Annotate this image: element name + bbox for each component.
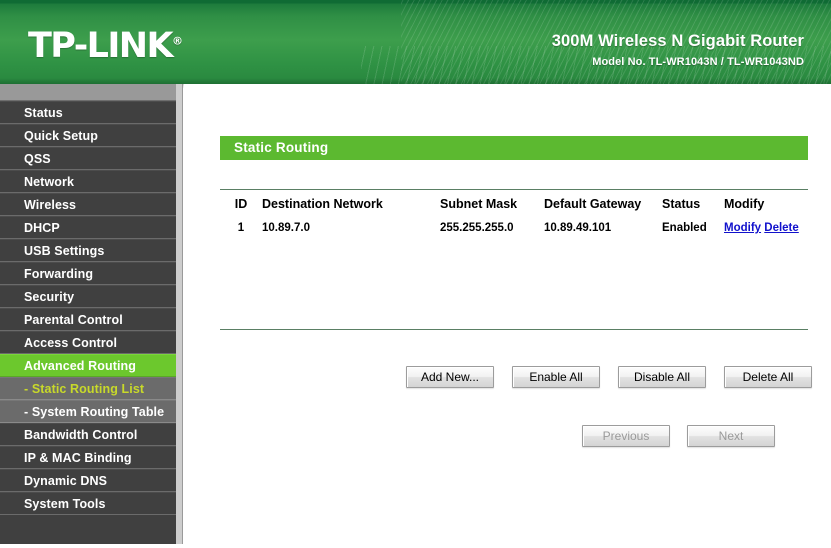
- sidebar-item-dynamic-dns[interactable]: Dynamic DNS: [0, 469, 176, 492]
- cell-default-gateway: 10.89.49.101: [544, 222, 612, 234]
- sidebar-item-security[interactable]: Security: [0, 285, 176, 308]
- cell-id: 1: [237, 222, 245, 234]
- sidebar-item-ip-and-mac-binding[interactable]: IP & MAC Binding: [0, 446, 176, 469]
- sidebar-right-edge: [176, 84, 183, 544]
- sidebar-item-system-routing-table[interactable]: - System Routing Table: [0, 400, 176, 423]
- cell-status: Enabled: [662, 222, 707, 234]
- column-header-id: ID: [234, 197, 248, 211]
- sidebar-item-advanced-routing[interactable]: Advanced Routing: [0, 354, 176, 377]
- sidebar-item-system-tools[interactable]: System Tools: [0, 492, 176, 515]
- sidebar-menu-list: Status Quick Setup QSS Network Wireless DHCP U…: [0, 101, 176, 515]
- next-button: Next: [687, 425, 775, 447]
- sidebar-item-network[interactable]: Network: [0, 170, 176, 193]
- page-header: TP-LINK® 300M Wireless N Gigabit Router …: [0, 0, 831, 84]
- cell-modify-actions: Modify Delete: [724, 222, 808, 234]
- static-routing-table: ID Destination Network Subnet Mask Defau…: [220, 197, 808, 234]
- disable-all-button[interactable]: Disable All: [618, 366, 706, 388]
- sidebar-item-dhcp[interactable]: DHCP: [0, 216, 176, 239]
- delete-all-button[interactable]: Delete All: [724, 366, 812, 388]
- column-header-modify: Modify: [724, 197, 765, 211]
- column-header-destination-network: Destination Network: [262, 197, 383, 211]
- sidebar-item-wireless[interactable]: Wireless: [0, 193, 176, 216]
- column-header-default-gateway: Default Gateway: [544, 197, 642, 211]
- tplink-logo: TP-LINK®: [28, 29, 183, 64]
- previous-button: Previous: [582, 425, 670, 447]
- page-body: Status Quick Setup QSS Network Wireless DHCP U…: [0, 84, 831, 544]
- page-title: Static Routing: [220, 136, 808, 160]
- sidebar-item-access-control[interactable]: Access Control: [0, 331, 176, 354]
- column-header-status: Status: [662, 197, 701, 211]
- sidebar-item-parental-control[interactable]: Parental Control: [0, 308, 176, 331]
- main-content: Static Routing ID Destination Network Su…: [184, 84, 831, 544]
- modify-link[interactable]: Modify: [724, 222, 761, 234]
- sidebar-item-bandwidth-control[interactable]: Bandwidth Control: [0, 423, 176, 446]
- table-body: 1 10.89.7.0 255.255.255.0 10.89.49.101 Enabl…: [220, 222, 808, 234]
- sidebar-top-spacer: [0, 84, 176, 101]
- product-title: 300M Wireless N Gigabit Router: [551, 32, 804, 50]
- add-new-button[interactable]: Add New...: [406, 366, 494, 388]
- tplink-logo-text: TP-LINK: [28, 26, 174, 66]
- sidebar-nav: Status Quick Setup QSS Network Wireless DHCP U…: [0, 84, 183, 544]
- sidebar-item-status[interactable]: Status: [0, 101, 176, 124]
- product-info: 300M Wireless N Gigabit Router Model No.…: [552, 31, 804, 68]
- delete-link[interactable]: Delete: [764, 222, 799, 234]
- sidebar-item-usb-settings[interactable]: USB Settings: [0, 239, 176, 262]
- sidebar-item-qss[interactable]: QSS: [0, 147, 176, 170]
- registered-trademark-icon: ®: [171, 34, 183, 48]
- divider-bottom: [220, 329, 808, 330]
- cell-subnet-mask: 255.255.255.0: [440, 222, 514, 234]
- table-row: 1 10.89.7.0 255.255.255.0 10.89.49.101 Enabl…: [220, 222, 808, 234]
- pagination-row: Previous Next: [582, 425, 775, 447]
- action-button-row: Add New... Enable All Disable All Delete Al…: [406, 366, 812, 388]
- product-model-number: Model No. TL-WR1043N / TL-WR1043ND: [592, 55, 804, 68]
- sidebar-item-static-routing-list[interactable]: - Static Routing List: [0, 377, 176, 400]
- sidebar-item-forwarding[interactable]: Forwarding: [0, 262, 176, 285]
- table-header-row: ID Destination Network Subnet Mask Defau…: [220, 197, 808, 222]
- enable-all-button[interactable]: Enable All: [512, 366, 600, 388]
- divider-top: [220, 189, 808, 190]
- sidebar-item-quick-setup[interactable]: Quick Setup: [0, 124, 176, 147]
- column-header-subnet-mask: Subnet Mask: [440, 197, 518, 211]
- cell-destination-network: 10.89.7.0: [262, 222, 310, 234]
